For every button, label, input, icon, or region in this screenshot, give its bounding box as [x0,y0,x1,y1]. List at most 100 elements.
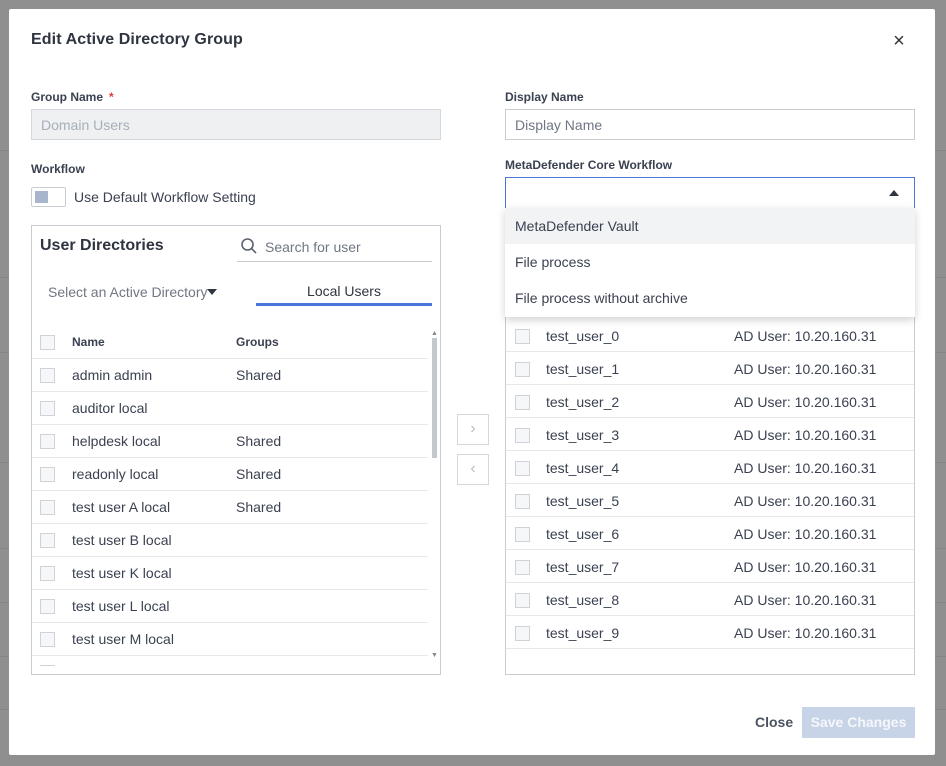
user-name: readonly local [72,466,159,482]
row-checkbox[interactable] [40,566,55,581]
user-name: test user A local [72,499,171,515]
member-checkbox[interactable] [515,626,530,641]
caret-down-icon[interactable] [207,289,217,295]
member-row[interactable]: test_user_3 AD User: 10.20.160.31 [506,418,914,451]
member-source: AD User: 10.20.160.31 [734,592,877,608]
member-row[interactable]: test_user_2 AD User: 10.20.160.31 [506,385,914,418]
select-all-checkbox[interactable] [40,335,55,350]
group-name-label: Group Name * [31,90,114,104]
member-name: test_user_3 [546,427,620,443]
member-row[interactable]: test_user_5 AD User: 10.20.160.31 [506,484,914,517]
row-checkbox[interactable] [40,467,55,482]
member-checkbox[interactable] [515,527,530,542]
table-row[interactable]: test user N local [32,656,428,666]
table-row[interactable]: test user B local [32,524,428,557]
member-name: test_user_5 [546,493,620,509]
table-row[interactable]: test user M local [32,623,428,656]
user-search [237,234,432,262]
table-row[interactable]: test user L local [32,590,428,623]
member-name: test_user_0 [546,328,620,344]
table-header: Name Groups [32,326,428,359]
member-checkbox[interactable] [515,461,530,476]
user-group: Shared [236,499,282,515]
directory-tabs: Select an Active Directory Local Users [32,276,440,308]
option-metadefender-vault[interactable]: MetaDefender Vault [505,208,915,244]
scroll-down-icon[interactable]: ▼ [431,652,438,659]
row-checkbox[interactable] [40,500,55,515]
table-row[interactable]: test user K local [32,557,428,590]
member-checkbox[interactable] [515,428,530,443]
member-source: AD User: 10.20.160.31 [734,559,877,575]
scrollbar[interactable]: ▲ ▼ [430,330,438,660]
member-row[interactable]: test_user_8 AD User: 10.20.160.31 [506,583,914,616]
member-source: AD User: 10.20.160.31 [734,625,877,641]
member-name: test_user_2 [546,394,620,410]
option-file-process[interactable]: File process [505,244,915,280]
row-checkbox[interactable] [40,665,55,666]
move-right-button[interactable]: › [457,414,489,445]
move-left-button[interactable]: ‹ [457,454,489,485]
member-row[interactable]: test_user_1 AD User: 10.20.160.31 [506,352,914,385]
scroll-up-icon[interactable]: ▲ [431,330,438,337]
display-name-field[interactable] [505,109,915,140]
member-checkbox[interactable] [515,560,530,575]
member-checkbox[interactable] [515,362,530,377]
row-checkbox[interactable] [40,599,55,614]
required-mark: * [109,90,114,104]
toggle-knob [35,191,48,203]
table-row[interactable]: helpdesk local Shared [32,425,428,458]
display-name-label: Display Name [505,90,584,104]
row-checkbox[interactable] [40,434,55,449]
save-changes-button[interactable]: Save Changes [802,707,915,738]
member-checkbox[interactable] [515,494,530,509]
row-checkbox[interactable] [40,632,55,647]
user-group: Shared [236,433,282,449]
core-workflow-dropdown: MetaDefender Vault File process File pro… [505,208,915,317]
user-name: test user L local [72,598,170,614]
member-row[interactable]: test_user_9 AD User: 10.20.160.31 [506,616,914,649]
table-row[interactable]: test user A local Shared [32,491,428,524]
row-checkbox[interactable] [40,401,55,416]
row-checkbox[interactable] [40,533,55,548]
member-name: test_user_1 [546,361,620,377]
caret-up-icon [889,190,899,196]
member-checkbox[interactable] [515,593,530,608]
member-checkbox[interactable] [515,329,530,344]
option-file-process-without-archive[interactable]: File process without archive [505,280,915,316]
member-row[interactable]: test_user_4 AD User: 10.20.160.31 [506,451,914,484]
core-workflow-label: MetaDefender Core Workflow [505,158,673,172]
close-icon[interactable]: × [889,31,909,51]
tab-active-directory[interactable]: Select an Active Directory [48,284,223,300]
group-name-field [31,109,441,140]
member-name: test_user_7 [546,559,620,575]
member-name: test_user_6 [546,526,620,542]
member-source: AD User: 10.20.160.31 [734,394,877,410]
row-checkbox[interactable] [40,368,55,383]
table-row[interactable]: auditor local [32,392,428,425]
member-row[interactable]: test_user_6 AD User: 10.20.160.31 [506,517,914,550]
table-row[interactable]: readonly local Shared [32,458,428,491]
scroll-thumb[interactable] [432,338,437,458]
user-group: Shared [236,466,282,482]
user-name: auditor local [72,400,148,416]
table-row[interactable]: admin admin Shared [32,359,428,392]
member-name: test_user_8 [546,592,620,608]
member-source: AD User: 10.20.160.31 [734,427,877,443]
tab-local-users[interactable]: Local Users [256,276,432,306]
user-name: test user B local [72,532,172,548]
member-row[interactable]: test_user_0 AD User: 10.20.160.31 [506,319,914,352]
member-source: AD User: 10.20.160.31 [734,328,877,344]
user-directories-panel: User Directories Select an Active Direct… [31,225,441,675]
close-button[interactable]: Close [755,714,793,730]
user-name: test user N local [72,664,172,666]
member-row[interactable]: test_user_7 AD User: 10.20.160.31 [506,550,914,583]
member-checkbox[interactable] [515,395,530,410]
search-input[interactable] [265,236,430,258]
default-workflow-toggle[interactable] [31,187,66,207]
default-workflow-toggle-label: Use Default Workflow Setting [74,189,256,205]
member-source: AD User: 10.20.160.31 [734,361,877,377]
member-name: test_user_9 [546,625,620,641]
user-name: test user M local [72,631,174,647]
core-workflow-select[interactable] [505,177,915,209]
user-name: test user K local [72,565,172,581]
